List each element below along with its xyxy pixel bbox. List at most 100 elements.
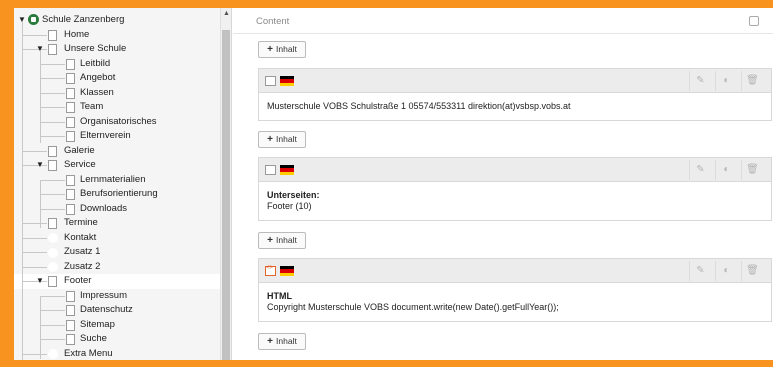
tree-item-label[interactable]: Home bbox=[64, 28, 89, 43]
tree-item[interactable]: Impressum bbox=[14, 289, 231, 304]
plus-icon: + bbox=[267, 336, 274, 347]
tree-item[interactable]: ▼ Footer bbox=[14, 274, 231, 289]
tree-item-label[interactable]: Kontakt bbox=[64, 231, 96, 246]
page-icon[interactable] bbox=[66, 189, 75, 200]
tree-item[interactable]: ▼ Schule Zanzenberg bbox=[14, 13, 231, 28]
page-icon[interactable] bbox=[66, 87, 75, 99]
page-icon[interactable] bbox=[48, 218, 57, 229]
content-element[interactable]: ✎ ◐ 🗑 Musterschule VOBS Schulstraße 1 05… bbox=[258, 68, 772, 121]
tree-guide-line bbox=[40, 181, 41, 228]
toggle-visibility-icon[interactable]: ◐ bbox=[715, 71, 737, 91]
toggle-visibility-icon[interactable]: ◐ bbox=[715, 160, 737, 180]
tree-item-label[interactable]: Zusatz 1 bbox=[64, 245, 100, 260]
tree-item[interactable]: Downloads bbox=[14, 202, 231, 217]
add-content-button[interactable]: + Inhalt bbox=[258, 131, 306, 148]
page-icon[interactable] bbox=[48, 44, 57, 55]
tree-item-label[interactable]: Sitemap bbox=[80, 318, 115, 333]
tree-item[interactable]: Galerie bbox=[14, 144, 231, 159]
site-root-icon[interactable] bbox=[28, 14, 39, 25]
tree-item[interactable]: Datenschutz bbox=[14, 303, 231, 318]
page-icon[interactable] bbox=[48, 29, 57, 41]
restricted-page-icon[interactable] bbox=[48, 247, 58, 258]
tree-item-label[interactable]: Galerie bbox=[64, 144, 95, 159]
tree-item-label[interactable]: Team bbox=[80, 100, 103, 115]
restricted-page-icon[interactable] bbox=[48, 262, 58, 272]
tree-item-label[interactable]: Schule Zanzenberg bbox=[42, 13, 124, 28]
collapse-caret-icon[interactable]: ▼ bbox=[36, 274, 44, 289]
page-icon[interactable] bbox=[66, 73, 75, 84]
page-icon[interactable] bbox=[66, 290, 75, 302]
page-icon[interactable] bbox=[66, 319, 75, 331]
page-icon[interactable] bbox=[66, 102, 75, 113]
page-icon[interactable] bbox=[66, 305, 75, 316]
page-icon[interactable] bbox=[48, 145, 57, 157]
tree-item[interactable]: Leitbild bbox=[14, 57, 231, 72]
content-element-body: Unterseiten: Footer (10) bbox=[259, 182, 771, 220]
tree-item[interactable]: Klassen bbox=[14, 86, 231, 101]
scroll-up-icon[interactable]: ▲ bbox=[223, 10, 230, 17]
tree-item-label[interactable]: Unsere Schule bbox=[64, 42, 126, 57]
tree-item[interactable]: Team bbox=[14, 100, 231, 115]
page-icon[interactable] bbox=[48, 276, 57, 287]
tree-item-label[interactable]: Termine bbox=[64, 216, 98, 231]
tree-item[interactable]: Sitemap bbox=[14, 318, 231, 333]
tree-item[interactable]: Kontakt bbox=[14, 231, 231, 246]
toggle-visibility-icon[interactable]: ◐ bbox=[715, 261, 737, 281]
tree-item-label[interactable]: Footer bbox=[64, 274, 91, 289]
page-icon[interactable] bbox=[66, 174, 75, 186]
tree-item[interactable]: Home bbox=[14, 28, 231, 43]
tree-item-label[interactable]: Downloads bbox=[80, 202, 127, 217]
tree-item[interactable]: Berufsorientierung bbox=[14, 187, 231, 202]
tree-item-label[interactable]: Klassen bbox=[80, 86, 114, 101]
tree-item-label[interactable]: Zusatz 2 bbox=[64, 260, 100, 275]
content-element-header: ✎ ◐ 🗑 bbox=[259, 259, 771, 283]
page-icon[interactable] bbox=[66, 116, 75, 128]
tree-item[interactable]: Elternverein bbox=[14, 129, 231, 144]
tree-item-label[interactable]: Lernmaterialien bbox=[80, 173, 145, 188]
tree-item[interactable]: Termine bbox=[14, 216, 231, 231]
tree-item-label[interactable]: Service bbox=[64, 158, 96, 173]
page-icon[interactable] bbox=[66, 334, 75, 345]
tree-item-label[interactable]: Leitbild bbox=[80, 57, 110, 72]
tree-item[interactable]: ▼ Unsere Schule bbox=[14, 42, 231, 57]
tree-item[interactable]: Lernmaterialien bbox=[14, 173, 231, 188]
tree-scroll-thumb[interactable] bbox=[222, 30, 230, 360]
tree-item[interactable]: Angebot bbox=[14, 71, 231, 86]
tree-item-label[interactable]: Impressum bbox=[80, 289, 127, 304]
tree-item-label[interactable]: Elternverein bbox=[80, 129, 131, 144]
edit-pencil-icon[interactable]: ✎ bbox=[689, 71, 711, 91]
page-icon[interactable] bbox=[48, 160, 57, 171]
tree-item-label[interactable]: Berufsorientierung bbox=[80, 187, 158, 202]
trash-icon[interactable]: 🗑 bbox=[741, 261, 763, 281]
trash-icon[interactable]: 🗑 bbox=[741, 71, 763, 91]
tree-item-label[interactable]: Suche bbox=[80, 332, 107, 347]
tree-item[interactable]: ▼ Service bbox=[14, 158, 231, 173]
tree-item[interactable]: Zusatz 1 bbox=[14, 245, 231, 260]
tree-item-label[interactable]: Angebot bbox=[80, 71, 115, 86]
content-element[interactable]: ✎ ◐ 🗑 HTML Copyright Musterschule VOBS d… bbox=[258, 258, 772, 322]
restricted-page-icon[interactable] bbox=[48, 349, 58, 359]
page-icon[interactable] bbox=[66, 203, 75, 215]
add-content-button[interactable]: + Inhalt bbox=[258, 232, 306, 249]
content-element-header: ✎ ◐ 🗑 bbox=[259, 158, 771, 182]
tree-item[interactable]: Zusatz 2 bbox=[14, 260, 231, 275]
tree-item-label[interactable]: Extra Menu bbox=[64, 347, 113, 361]
tree-item[interactable]: Extra Menu bbox=[14, 347, 231, 361]
add-content-button[interactable]: + Inhalt bbox=[258, 41, 306, 58]
add-content-button[interactable]: + Inhalt bbox=[258, 333, 306, 350]
german-flag-icon bbox=[280, 165, 294, 175]
edit-pencil-icon[interactable]: ✎ bbox=[689, 261, 711, 281]
content-element[interactable]: ✎ ◐ 🗑 Unterseiten: Footer (10) bbox=[258, 157, 772, 221]
edit-column-icon[interactable] bbox=[749, 16, 759, 26]
page-icon[interactable] bbox=[66, 131, 75, 142]
tree-connector bbox=[22, 266, 47, 268]
collapse-caret-icon[interactable]: ▼ bbox=[36, 158, 44, 173]
restricted-page-icon[interactable] bbox=[48, 233, 58, 243]
page-icon[interactable] bbox=[66, 58, 75, 70]
tree-item[interactable]: Suche bbox=[14, 332, 231, 347]
tree-item[interactable]: Organisatorisches bbox=[14, 115, 231, 130]
trash-icon[interactable]: 🗑 bbox=[741, 160, 763, 180]
edit-pencil-icon[interactable]: ✎ bbox=[689, 160, 711, 180]
tree-item-label[interactable]: Datenschutz bbox=[80, 303, 133, 318]
tree-item-label[interactable]: Organisatorisches bbox=[80, 115, 157, 130]
